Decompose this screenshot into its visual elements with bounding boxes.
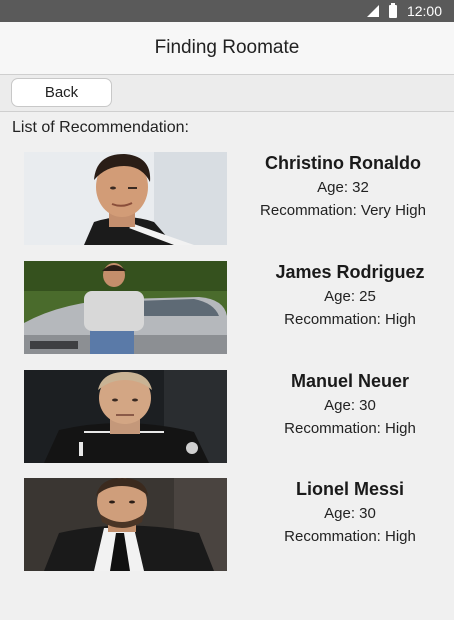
profile-recommendation: Recommation: High	[284, 420, 416, 437]
profile-age: Age: 25	[324, 288, 376, 305]
photo-neuer	[24, 370, 227, 463]
back-button[interactable]: Back	[11, 78, 112, 107]
profile-name: Christino Ronaldo	[265, 153, 421, 173]
status-bar: 12:00	[0, 0, 454, 22]
profile-info: Manuel Neuer Age: 30 Recommation: High	[252, 370, 448, 438]
profile-age: Age: 32	[317, 179, 369, 196]
list-header: List of Recommendation:	[12, 119, 189, 136]
list-item[interactable]: Christino Ronaldo Age: 32 Recommation: V…	[24, 152, 448, 247]
profile-info: Lionel Messi Age: 30 Recommation: High	[252, 478, 448, 546]
profile-photo	[24, 152, 227, 245]
status-time: 12:00	[406, 3, 442, 19]
photo-ronaldo	[24, 152, 227, 245]
toolbar: Back	[0, 75, 454, 112]
profile-recommendation: Recommation: Very High	[260, 202, 426, 219]
list-item[interactable]: James Rodriguez Age: 25 Recommation: Hig…	[24, 261, 448, 356]
photo-messi	[24, 478, 227, 571]
profile-info: James Rodriguez Age: 25 Recommation: Hig…	[252, 261, 448, 329]
profile-name: James Rodriguez	[275, 262, 425, 282]
profile-photo	[24, 370, 227, 463]
battery-icon	[388, 2, 397, 18]
profile-info: Christino Ronaldo Age: 32 Recommation: V…	[238, 152, 448, 220]
profile-age: Age: 30	[324, 505, 376, 522]
page-title: Finding Roomate	[154, 37, 300, 58]
list-item[interactable]: Manuel Neuer Age: 30 Recommation: High	[24, 370, 448, 465]
profile-photo	[24, 478, 227, 571]
list-item[interactable]: Lionel Messi Age: 30 Recommation: High	[24, 478, 448, 573]
signal-icon	[366, 5, 379, 17]
photo-rodriguez	[24, 261, 227, 354]
profile-name: Manuel Neuer	[290, 371, 410, 391]
profile-recommendation: Recommation: High	[284, 528, 416, 545]
profile-recommendation: Recommation: High	[284, 311, 416, 328]
profile-age: Age: 30	[324, 397, 376, 414]
profile-photo	[24, 261, 227, 354]
app-title-bar: Finding Roomate	[0, 22, 454, 75]
profile-name: Lionel Messi	[295, 479, 405, 499]
